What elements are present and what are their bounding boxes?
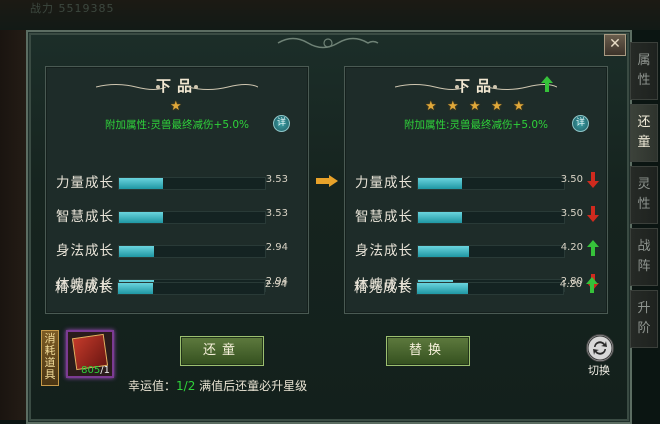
stat-bar [118,211,266,224]
stat-value: 3.53 [265,174,288,185]
stat-value: 4.20 [559,279,582,290]
luck-text: 幸运值：1/2 满值后还童必升星级 [128,377,307,394]
stat-bar-fill [118,283,154,294]
star-icon: ★ [513,99,525,114]
pet-reset-dialog: ✕ 下品 ★ 附加属性:灵兽最终减伤+5.0% 详 力量成长 3.53 智慧成长… [26,30,632,424]
trend-down-icon [587,206,599,222]
quality-title: 下品 [454,77,497,95]
bonus-attribute-text: 附加属性:灵兽最终减伤+5.0% [104,119,249,131]
stat-bar-fill [119,212,163,223]
consume-item-label: 消耗道具 [41,330,59,386]
quality-title: 下品 [155,77,198,95]
item-count-need: /1 [100,365,110,376]
tab-reset[interactable]: 还童 [630,104,658,162]
stat-value: 3.53 [265,208,288,219]
stat-label: 精元成长 [55,280,113,296]
luck-hint: 满值后还童必升星级 [195,379,308,393]
background-left-strip [0,30,26,420]
star-icon: ★ [469,99,481,114]
quality-up-arrow-icon [541,76,553,92]
stat-row-wisdom: 智慧成长 3.53 [56,205,300,225]
stat-bar-fill [418,212,462,223]
item-count: 805/1 [81,365,110,376]
stat-row-essence: 精元成长 4.20 [354,276,598,296]
stat-bar [417,211,565,224]
stat-label: 力量成长 [56,175,114,191]
stat-label: 身法成长 [56,243,114,259]
revert-button[interactable]: 还童 [180,336,264,366]
stat-row-strength: 力量成长 3.50 [355,171,599,191]
item-count-have: 805 [81,365,101,376]
stat-label: 智慧成长 [355,209,413,225]
tab-formation[interactable]: 战阵 [630,228,658,286]
stat-bar-fill [418,178,462,189]
replace-button[interactable]: 替换 [386,336,470,366]
stat-value: 2.94 [264,279,287,290]
close-button[interactable]: ✕ [604,34,626,56]
background-top-strip: 战力 5519385 [0,0,660,30]
consumable-item-slot[interactable]: 805/1 [66,330,114,378]
stat-row-strength: 力量成长 3.53 [56,171,300,191]
stat-bar-fill [119,246,155,257]
bonus-attribute-text: 附加属性:灵兽最终减伤+5.0% [403,119,548,131]
star-icon: ★ [425,99,437,114]
side-tab-bar: 属性 还童 灵性 战阵 升阶 [628,42,660,420]
background-power-text: 战力 5519385 [30,2,115,15]
swap-button[interactable]: 切换 [582,334,616,380]
luck-value: 1/2 [176,379,196,393]
trend-up-icon [587,240,599,256]
stat-row-agility: 身法成长 2.94 [56,239,300,259]
stat-row-wisdom: 智慧成长 3.50 [355,205,599,225]
stat-row-agility: 身法成长 4.20 [355,239,599,259]
title-flourish-right-icon [188,84,258,90]
stat-bar-fill [418,246,470,257]
stat-bar [416,282,564,295]
stat-label: 智慧成长 [56,209,114,225]
stat-bar [118,177,266,190]
trend-down-icon [587,172,599,188]
star-icon: ★ [491,99,503,114]
stat-bar-fill [119,178,163,189]
bottom-action-bar: 消耗道具 805/1 还童 替换 幸运值：1/2 满值后还童必升星级 切换 [28,322,630,422]
stat-label: 力量成长 [355,175,413,191]
stat-bar [118,245,266,258]
stat-value: 3.50 [560,208,583,219]
star-rating: ★ [46,99,308,115]
stat-value: 4.20 [560,242,583,253]
star-icon: ★ [170,99,182,114]
stat-row-essence: 精元成长 2.94 [55,276,299,296]
swap-label: 切换 [588,364,610,377]
stat-bar [417,177,565,190]
luck-label: 幸运值： [128,379,177,393]
tab-spirit[interactable]: 灵性 [630,166,658,224]
stat-value: 2.94 [265,242,288,253]
tab-advance[interactable]: 升阶 [630,290,658,348]
trend-up-icon [586,277,598,293]
refresh-icon [586,334,614,362]
details-icon[interactable]: 详 [273,115,290,132]
star-icon: ★ [447,99,459,114]
star-rating: ★ ★ ★ ★ ★ [345,99,607,115]
stat-value: 3.50 [560,174,583,185]
stat-bar [417,245,565,258]
tab-attributes[interactable]: 属性 [630,42,658,100]
transfer-arrow-icon [316,175,338,187]
stat-bar [117,282,265,295]
details-icon[interactable]: 详 [572,115,589,132]
stat-label: 身法成长 [355,243,413,259]
stat-bar-fill [417,283,469,294]
stat-label: 精元成长 [354,280,412,296]
top-ornament-icon [277,37,379,49]
